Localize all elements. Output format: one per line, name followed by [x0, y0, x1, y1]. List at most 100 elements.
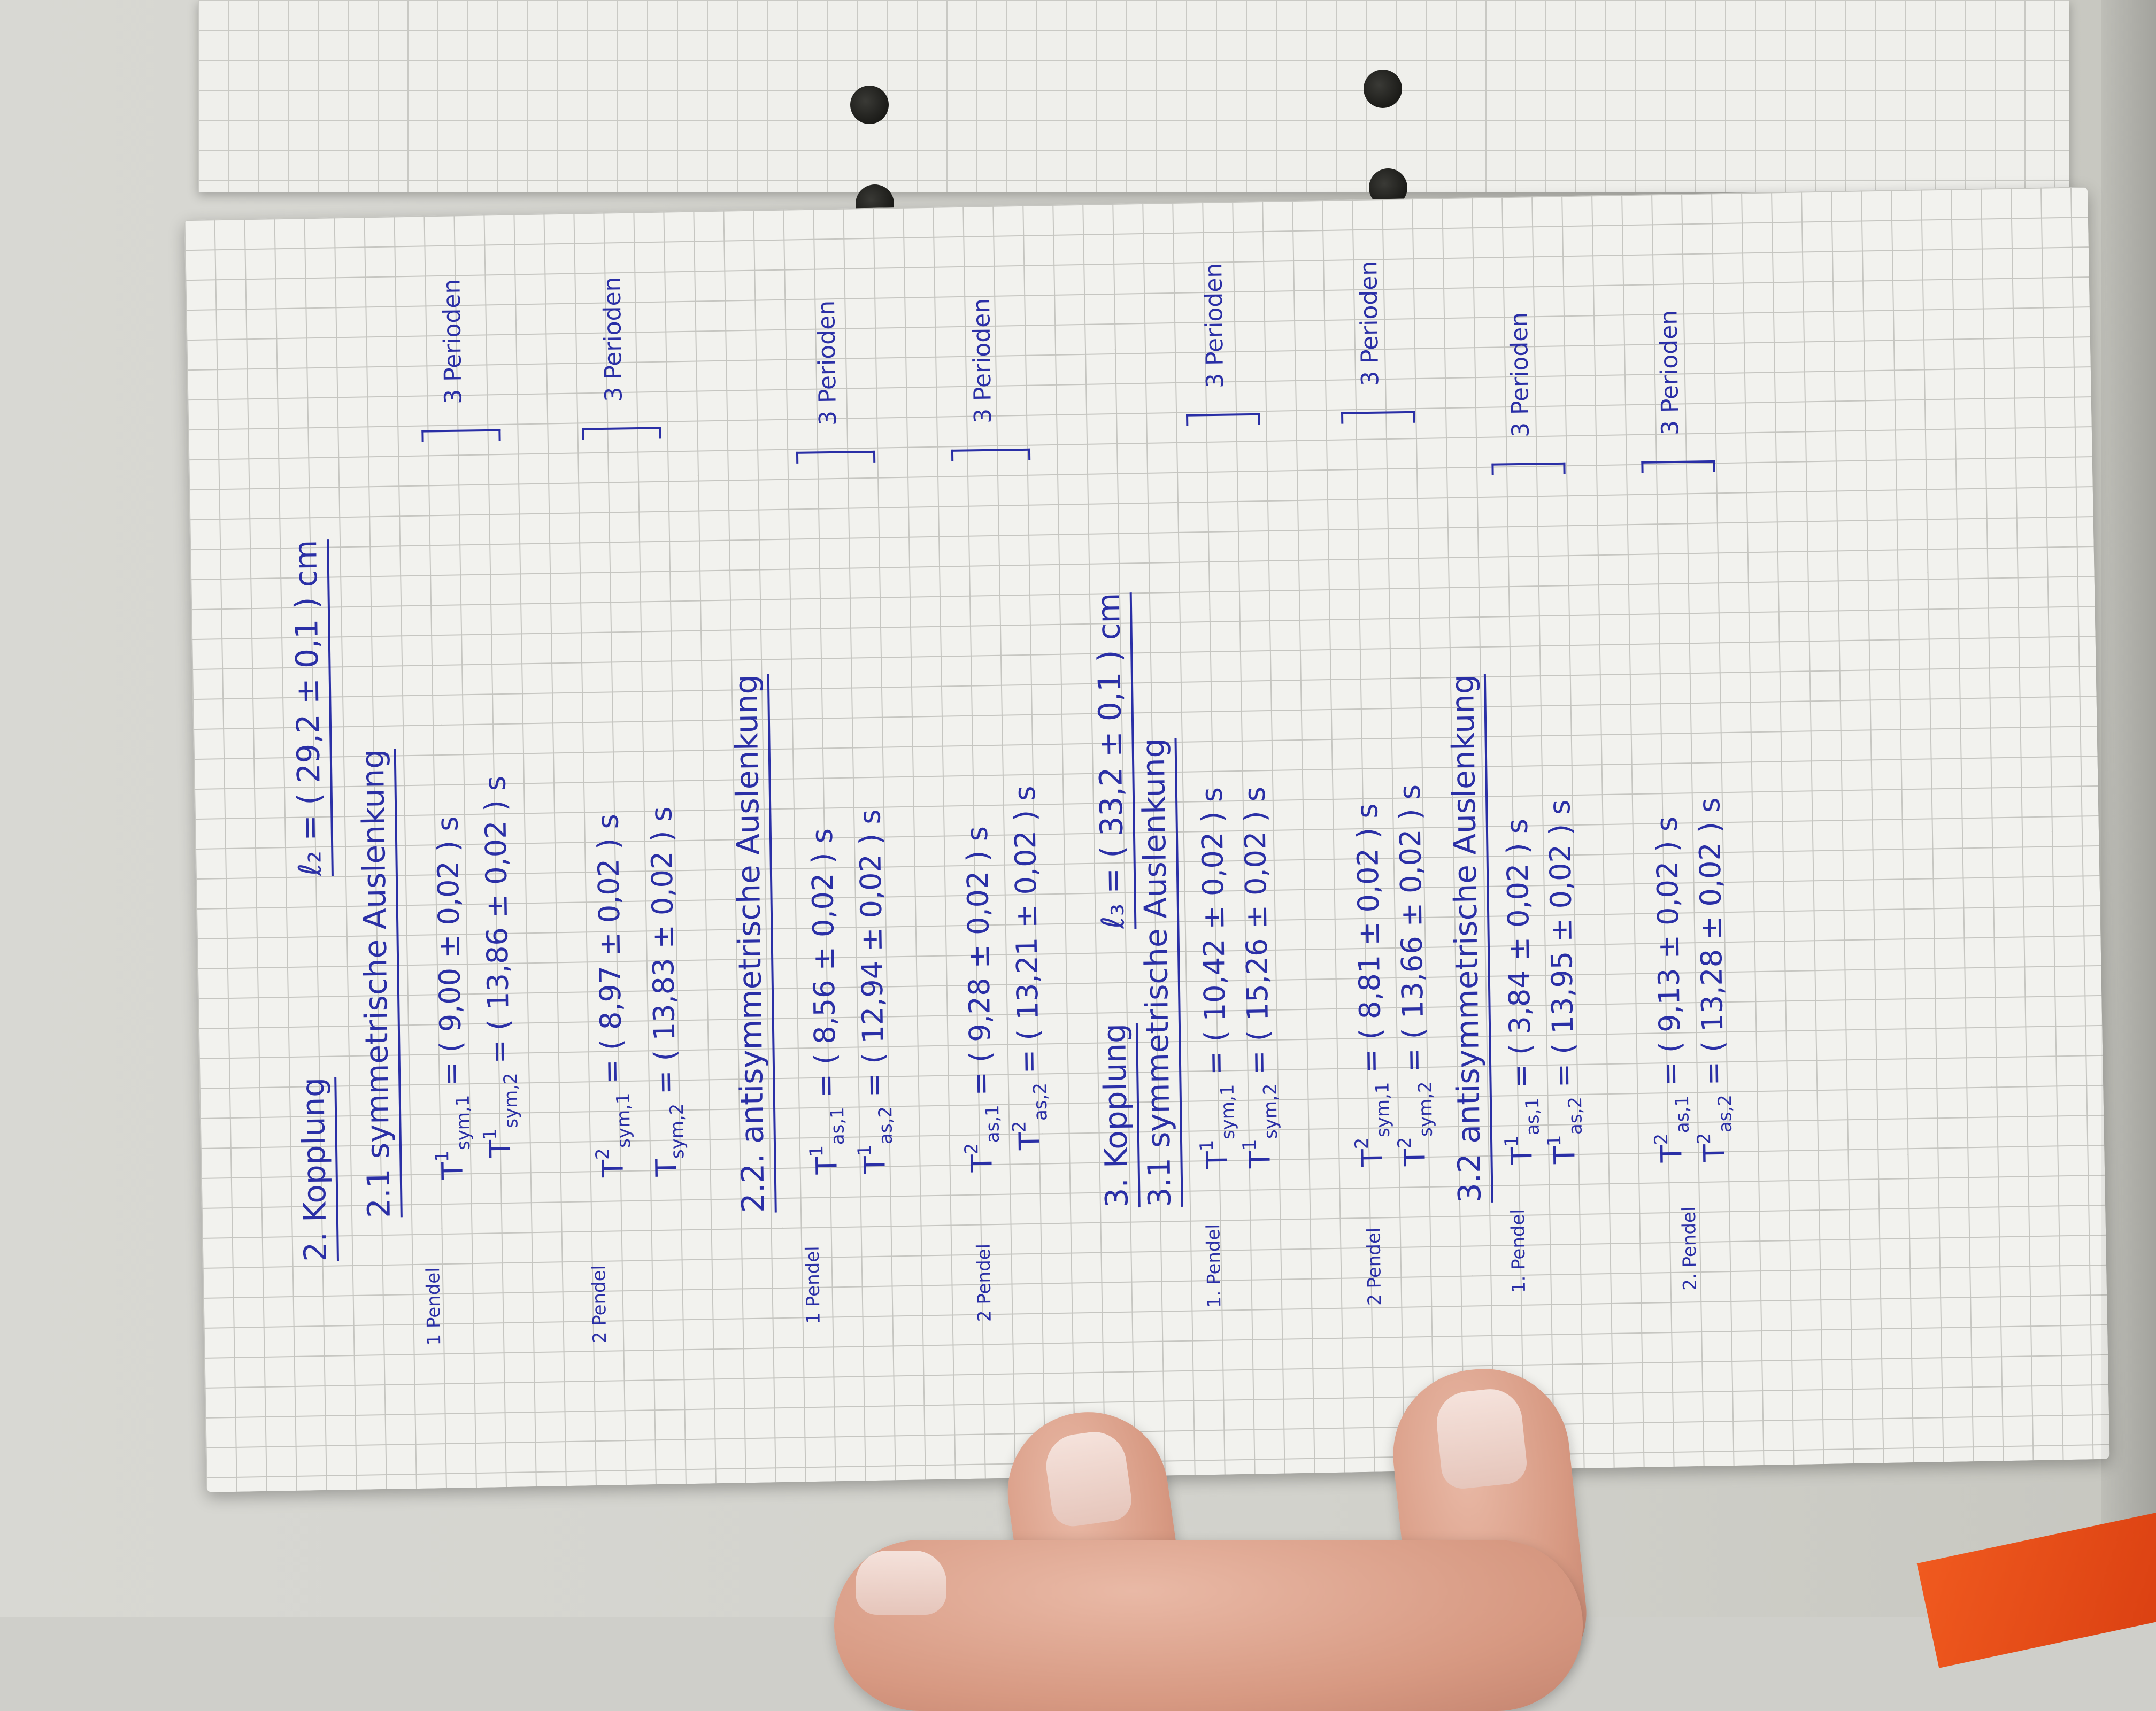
handwritten-notes: 2. Kopplung ℓ₂ = ( 29,2 ± 0,1 ) cm 2.1 s… [0, 0, 2156, 1617]
section-2-title: 2. Kopplung [295, 1077, 339, 1262]
superscript: 1 [1500, 1135, 1523, 1147]
pendel-1-label: 1 Pendel [802, 1246, 825, 1324]
thumb [834, 1540, 1583, 1711]
section-3-2-title: 3.2 antisymmetrische Auslenkung [1444, 674, 1493, 1203]
measurement-row: T2as,2 = ( 13,28 ± 0,02 ) s [1683, 797, 1742, 1162]
subscript: as,1 [982, 1104, 1004, 1143]
section-2-2-title: 2.2. antisymmetrische Auslenkung [727, 674, 777, 1213]
symbol-t: T [483, 1139, 518, 1158]
superscript: 1 [806, 1145, 828, 1157]
symbol-t: T [649, 1158, 683, 1177]
section-2-length: ℓ₂ = ( 29,2 ± 0,1 ) cm [287, 539, 334, 876]
superscript: 2 [1008, 1121, 1030, 1133]
subscript: as,2 [1564, 1096, 1587, 1135]
symbol-t: T [596, 1159, 630, 1178]
subscript: sym,2 [1259, 1083, 1282, 1139]
measured-value: = ( 9,00 ± 0,02 ) s [430, 816, 468, 1086]
symbol-t: T [435, 1161, 469, 1180]
brace [796, 450, 876, 464]
brace [421, 429, 501, 442]
pendel-1-label: 1 Pendel [422, 1267, 445, 1346]
symbol-t: T [965, 1154, 999, 1173]
section-3-1-title: 3.1 symmetrische Auslenkung [1135, 738, 1183, 1208]
subscript: as,2 [1714, 1094, 1736, 1133]
symbol-t: T [810, 1156, 844, 1175]
subscript: sym,2 [1414, 1081, 1437, 1137]
measured-value: = ( 13,28 ± 0,02 ) s [1692, 797, 1730, 1086]
measured-value: = ( 15,26 ± 0,02 ) s [1237, 786, 1276, 1075]
measurement-row: T2sym,2 = ( 13,66 ± 0,02 ) s [1384, 784, 1443, 1167]
superscript: 2 [1650, 1133, 1673, 1145]
periods-note: 3 Perioden [598, 276, 628, 402]
pendel-2-label: 2 Pendel [588, 1265, 611, 1344]
symbol-t: T [1547, 1146, 1582, 1165]
periods-note: 3 Perioden [1655, 310, 1684, 436]
measured-value: = ( 3,84 ± 0,02 ) s [1500, 818, 1538, 1089]
subscript: sym,1 [612, 1092, 635, 1149]
section-3-1-heading: 3.1 symmetrische Auslenkung [1135, 738, 1183, 1208]
section-2-1-title: 2.1 symmetrische Auslenkung [354, 749, 403, 1219]
brace [1491, 462, 1566, 475]
periods-note: 3 Perioden [1355, 260, 1384, 387]
superscript: 1 [1543, 1135, 1566, 1147]
brace [1186, 413, 1260, 426]
symbol-t: T [1012, 1132, 1047, 1151]
measurement-row: T1as,2 = ( 13,95 ± 0,02 ) s [1534, 799, 1592, 1165]
symbol-t: T [1243, 1150, 1277, 1169]
superscript: 2 [961, 1143, 983, 1155]
subscript: sym,2 [500, 1073, 522, 1129]
superscript: 2 [592, 1148, 614, 1160]
pendel-2-label: 2. Pendel [1678, 1206, 1701, 1291]
measurement-row: T1as,2 = ( 12,94 ± 0,02 ) s [844, 809, 903, 1174]
measured-value: = ( 9,13 ± 0,02 ) s [1650, 816, 1688, 1086]
fingernail [1434, 1386, 1529, 1491]
section-3-title: 3. Kopplung [1096, 1023, 1141, 1208]
periods-note: 3 Perioden [967, 298, 997, 424]
pendel-1-label: 1. Pendel [1203, 1223, 1226, 1308]
periods-note: 3 Perioden [812, 300, 842, 426]
measurement-row: T1sym,2 = ( 13,86 ± 0,02 ) s [469, 775, 528, 1158]
symbol-t: T [1200, 1151, 1234, 1169]
brace [951, 448, 1031, 461]
measurement-row: T2as,2 = ( 13,21 ± 0,02 ) s [999, 785, 1058, 1151]
brace [1641, 460, 1715, 473]
measurement-row: T1sym,2 = ( 15,26 ± 0,02 ) s [1229, 786, 1288, 1169]
subscript: sym,1 [452, 1095, 475, 1151]
symbol-t: T [1697, 1144, 1731, 1162]
superscript: 2 [1351, 1137, 1373, 1150]
measured-value: = ( 9,28 ± 0,02 ) s [960, 826, 998, 1096]
measured-value: = ( 13,66 ± 0,02 ) s [1392, 784, 1431, 1073]
fingernail [856, 1551, 946, 1615]
symbol-t: T [858, 1155, 892, 1174]
measured-value: = ( 10,42 ± 0,02 ) s [1195, 787, 1233, 1076]
section-2-heading: 2. Kopplung ℓ₂ = ( 29,2 ± 0,1 ) cm [287, 539, 339, 1262]
pendel-2-label: 2 Pendel [973, 1243, 996, 1322]
section-3-heading: 3. Kopplung ℓ₃ = ( 33,2 ± 0,1 ) cm [1090, 592, 1141, 1208]
superscript: 1 [854, 1144, 876, 1157]
subscript: as,2 [875, 1106, 897, 1145]
section-3-2-heading: 3.2 antisymmetrische Auslenkung [1444, 674, 1493, 1203]
notes-content: 2. Kopplung ℓ₂ = ( 29,2 ± 0,1 ) cm 2.1 s… [282, 32, 1736, 1346]
measurement-row: T2sym,1 = ( 8,97 ± 0,02 ) s [582, 814, 640, 1178]
measurement-row: Tsym,2 = ( 13,83 ± 0,02 ) s [635, 806, 694, 1177]
subscript: as,2 [1029, 1082, 1052, 1121]
periods-note: 3 Perioden [1200, 263, 1229, 389]
superscript: 1 [1238, 1139, 1261, 1151]
section-3-length: ℓ₃ = ( 33,2 ± 0,1 ) cm [1090, 592, 1137, 929]
subscript: sym,2 [666, 1103, 689, 1159]
subscript: as,1 [827, 1107, 849, 1145]
measured-value: = ( 13,86 ± 0,02 ) s [478, 775, 516, 1064]
superscript: 1 [1196, 1139, 1218, 1152]
measured-value: = ( 8,56 ± 0,02 ) s [805, 828, 843, 1098]
symbol-t: T [1398, 1148, 1432, 1167]
periods-note: 3 Perioden [1505, 312, 1535, 438]
periods-note: 3 Perioden [438, 279, 467, 405]
measured-value: = ( 13,83 ± 0,02 ) s [644, 806, 682, 1095]
measured-value: = ( 12,94 ± 0,02 ) s [853, 809, 891, 1098]
brace [1341, 411, 1415, 424]
measured-value: = ( 8,97 ± 0,02 ) s [591, 813, 629, 1084]
pendel-1-label: 1. Pendel [1507, 1208, 1530, 1293]
superscript: 1 [432, 1150, 453, 1162]
brace [582, 427, 661, 440]
superscript: 2 [1393, 1137, 1416, 1149]
